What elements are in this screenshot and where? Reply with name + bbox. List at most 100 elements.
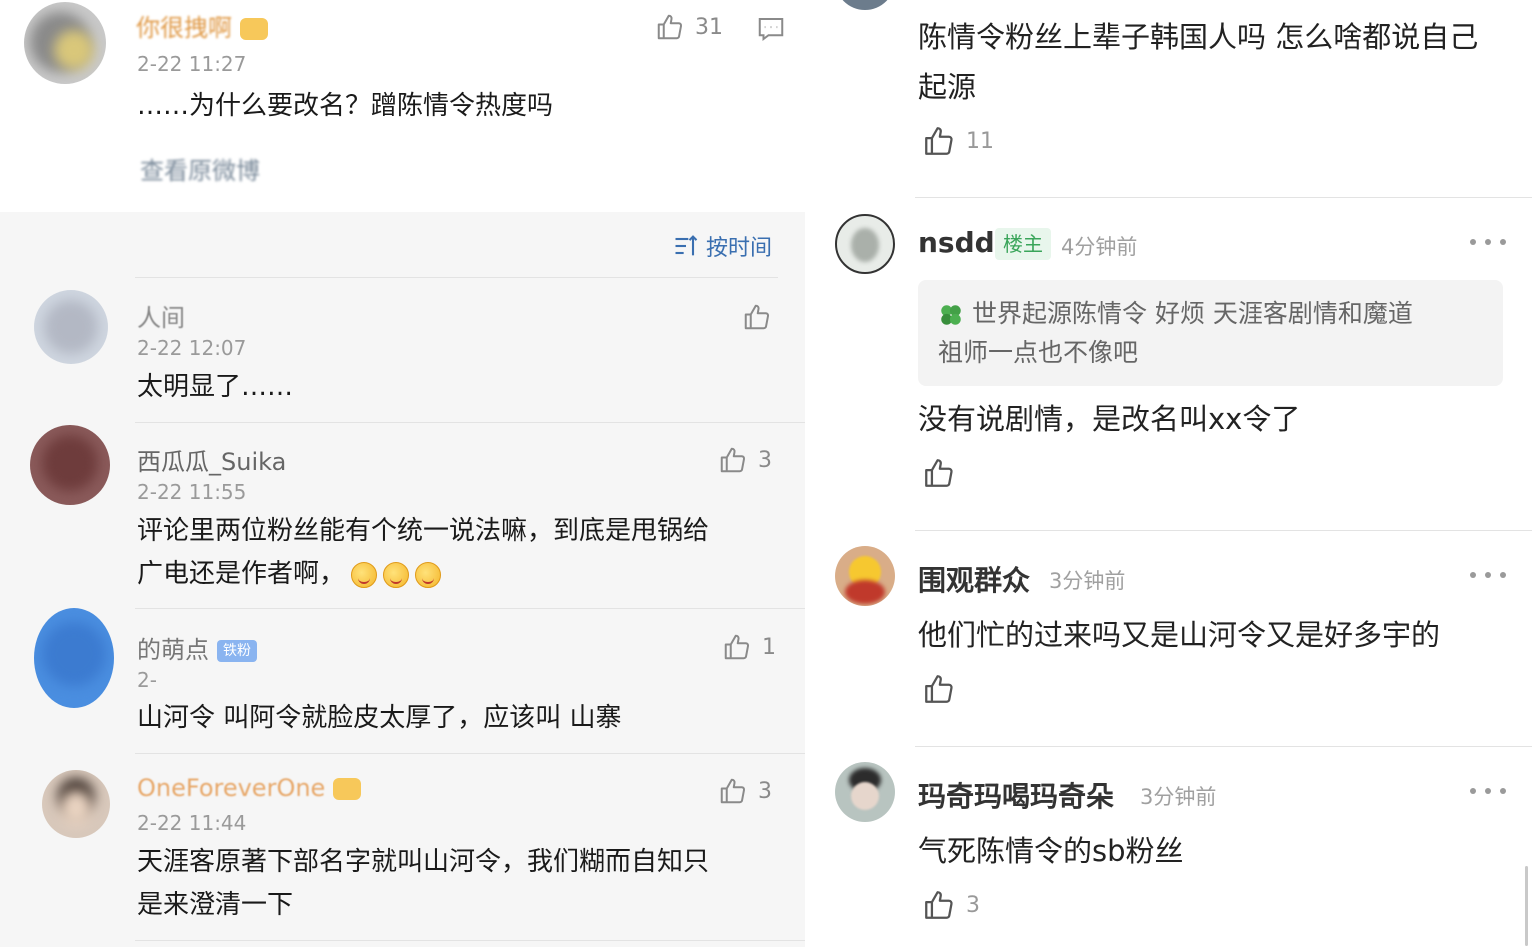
thumbs-up-icon	[657, 14, 683, 40]
more-dot	[1485, 788, 1491, 794]
quoted-comment[interactable]: 世界起源陈情令 好烦 天涯客剧情和魔道 祖师一点也不像吧	[918, 280, 1503, 386]
divider	[135, 422, 805, 423]
thumbs-up-icon	[720, 447, 746, 473]
like-count: 3	[758, 447, 772, 473]
like-count: 11	[966, 128, 994, 154]
post-text-line: 起源	[918, 70, 977, 104]
like-button[interactable]: 3	[718, 445, 772, 475]
like-button[interactable]: 3	[922, 888, 980, 922]
thumbs-up-icon	[925, 127, 953, 155]
more-button[interactable]	[1470, 786, 1506, 796]
reply-text: 天涯客原著下部名字就叫山河令，我们糊而自知只	[137, 847, 710, 877]
username-text: OneForeverOne	[137, 774, 326, 802]
divider	[915, 530, 1532, 531]
reply-text: 太明显了……	[137, 372, 294, 402]
avatar[interactable]	[42, 770, 110, 838]
like-button[interactable]	[742, 302, 772, 332]
top-comment: 你很拽啊 2-22 11:27 ……为什么要改名？蹭陈情令热度吗 查看原微博 3…	[0, 0, 805, 212]
thumbs-up-icon	[925, 459, 953, 487]
like-count: 1	[762, 634, 776, 660]
avatar[interactable]	[34, 290, 108, 364]
timestamp: 2-22 11:44	[137, 811, 247, 835]
comment-text: 气死陈情令的sb粉丝	[918, 834, 1184, 868]
more-dot	[1470, 239, 1476, 245]
avatar[interactable]	[835, 0, 895, 10]
comment-text: ……为什么要改名？蹭陈情令热度吗	[137, 91, 554, 121]
commenter-name[interactable]: 围观群众	[918, 559, 1030, 599]
comment-time: 3分钟前	[1049, 569, 1126, 593]
like-button[interactable]: 3	[718, 776, 772, 806]
vip-icon	[333, 778, 362, 800]
post-text-line: 陈情令粉丝上辈子韩国人吗 怎么啥都说自己	[918, 20, 1479, 54]
more-dot	[1500, 239, 1506, 245]
vip-icon	[240, 18, 268, 40]
avatar[interactable]	[835, 546, 895, 606]
more-button[interactable]	[1470, 237, 1506, 247]
thumbs-up-icon	[720, 778, 746, 804]
emoji-icon	[415, 561, 442, 588]
avatar[interactable]	[24, 2, 106, 84]
timestamp: 2-	[137, 668, 157, 692]
sort-icon	[675, 235, 698, 256]
comment-text: 他们忙的过来吗又是山河令又是好多宇的	[918, 618, 1441, 652]
op-badge: 楼主	[995, 228, 1051, 260]
like-count: 3	[966, 892, 980, 918]
right-panel: 陈情令粉丝上辈子韩国人吗 怎么啥都说自己 起源 11 nsdd 楼主 4分钟前 …	[805, 0, 1532, 947]
view-original-link[interactable]: 查看原微博	[140, 150, 260, 192]
like-count: 31	[695, 14, 723, 40]
thumbs-up-icon	[925, 675, 953, 703]
timestamp: 2-22 11:55	[137, 480, 247, 504]
divider	[915, 197, 1532, 198]
avatar[interactable]	[835, 762, 895, 822]
avatar[interactable]	[34, 608, 114, 708]
like-count: 3	[758, 778, 772, 804]
post-text: 陈情令粉丝上辈子韩国人吗 怎么啥都说自己 起源	[918, 12, 1518, 112]
username[interactable]: 你很拽啊	[136, 8, 268, 43]
commenter-name[interactable]: nsdd	[918, 226, 995, 259]
avatar[interactable]	[835, 214, 895, 274]
username[interactable]: OneForeverOne	[137, 774, 362, 802]
more-dot	[1500, 788, 1506, 794]
comment-time: 3分钟前	[1140, 785, 1217, 809]
like-button[interactable]: 11	[922, 124, 994, 158]
thumbs-up-icon	[925, 891, 953, 919]
reply-text-line2: 广电还是作者啊，	[137, 553, 442, 595]
like-button[interactable]: 1	[722, 632, 776, 662]
divider	[135, 277, 778, 278]
divider	[135, 608, 805, 609]
username-text: 你很拽啊	[136, 14, 232, 42]
reply-text: 山河令 叫阿令就脸皮太厚了，应该叫 山寨	[137, 703, 622, 733]
avatar[interactable]	[30, 425, 110, 505]
fan-badge: 铁粉	[217, 640, 257, 662]
more-dot	[1485, 572, 1491, 578]
like-button[interactable]	[922, 672, 956, 706]
timestamp: 2-22 11:27	[137, 52, 247, 76]
more-dot	[1470, 788, 1476, 794]
like-button[interactable]: 31	[655, 12, 723, 42]
sort-by-time-button[interactable]: 按时间	[672, 230, 772, 262]
username[interactable]: 西瓜瓜_Suika	[137, 442, 286, 477]
username[interactable]: 人间	[137, 298, 185, 333]
quote-line: 世界起源陈情令 好烦 天涯客剧情和魔道	[938, 294, 1483, 333]
emoji-icon	[383, 561, 410, 588]
reply-text-line2: 是来澄清一下	[137, 890, 294, 920]
divider	[915, 746, 1532, 747]
quote-line: 祖师一点也不像吧	[938, 338, 1139, 367]
commenter-name[interactable]: 玛奇玛喝玛奇朵	[918, 775, 1114, 815]
emoji-icon	[351, 561, 378, 588]
comment-time: 4分钟前	[1061, 235, 1138, 259]
comment-button[interactable]	[756, 14, 786, 44]
scrollbar[interactable]	[1525, 866, 1528, 946]
divider	[135, 753, 805, 754]
quote-text: 世界起源陈情令 好烦 天涯客剧情和魔道	[972, 299, 1413, 328]
more-button[interactable]	[1470, 570, 1506, 580]
comment-text: 没有说剧情，是改名叫xx令了	[918, 402, 1301, 436]
username[interactable]: 的萌点 铁粉	[137, 630, 257, 665]
username-text: 的萌点	[137, 636, 209, 664]
reply-text-cont: 广电还是作者啊，	[137, 559, 346, 589]
left-panel: 你很拽啊 2-22 11:27 ……为什么要改名？蹭陈情令热度吗 查看原微博 3…	[0, 0, 805, 947]
reply-text: 评论里两位粉丝能有个统一说法嘛，到底是甩锅给	[137, 516, 710, 546]
thumbs-up-icon	[724, 634, 750, 660]
like-button[interactable]	[922, 456, 956, 490]
more-dot	[1500, 572, 1506, 578]
